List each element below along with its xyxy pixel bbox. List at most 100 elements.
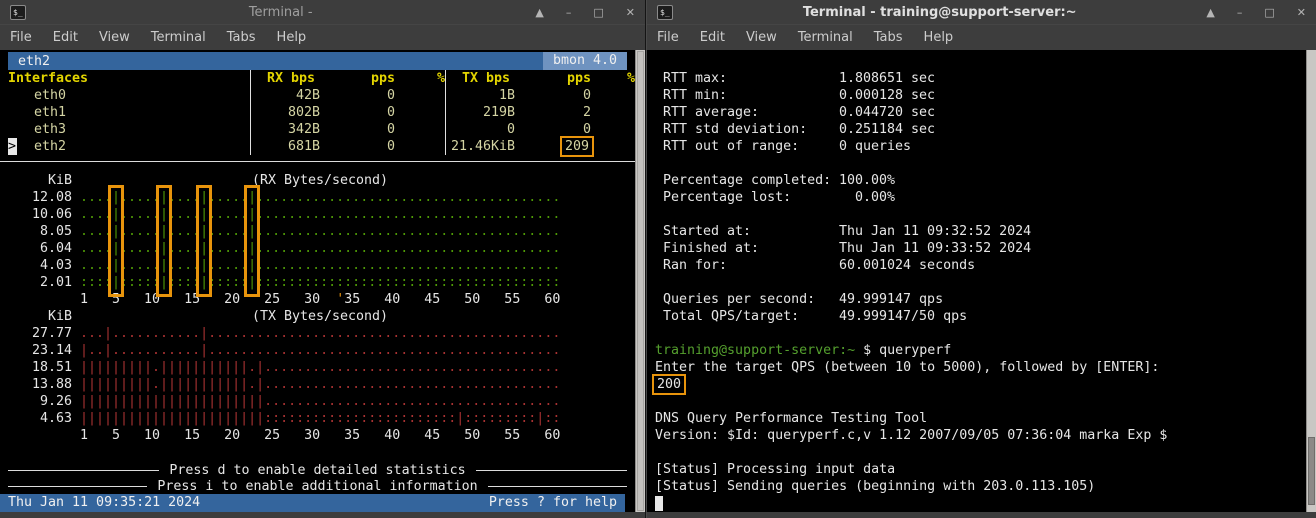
hint-additional-information: Press i to enable additional information [8, 478, 627, 494]
titlebar-left[interactable]: $_ Terminal - ▲ – □ ✕ [0, 0, 645, 24]
tx-graph: KiB (TX Bytes/second) 27.77...|..........… [8, 308, 627, 444]
rule-line [476, 470, 627, 471]
titlebar-right[interactable]: $_ Terminal - training@support-server:~ … [647, 0, 1316, 24]
close-icon[interactable]: ✕ [626, 6, 635, 19]
output-line-pct-completed: Percentage completed:100.00% [655, 172, 1300, 189]
rule-line [488, 486, 627, 487]
table-row-eth3: eth3342B000 [8, 121, 627, 138]
bmon-header-bar: eth2 bmon 4.0 [8, 52, 627, 70]
tx-x-axis: 1 5 10 15 20 25 30 35 40 45 50 55 60 [8, 427, 627, 444]
status-datetime: Thu Jan 11 09:35:21 2024 [8, 494, 200, 512]
tx-graph-rows: 27.77...|...........|...................… [8, 325, 627, 427]
col-interfaces: Interfaces [8, 70, 250, 87]
menu-tabs[interactable]: Tabs [227, 30, 256, 45]
rule-line [8, 486, 147, 487]
output-line-rtt-out-of-range: RTT out of range:0 queries [655, 138, 1300, 155]
interface-table: InterfacesRX bpspps%TX bpspps% eth042B01… [8, 70, 627, 155]
menubar-right: File Edit View Terminal Tabs Help [647, 24, 1316, 50]
col-rx-pps: pps [320, 70, 395, 87]
selection-cursor: > [8, 138, 17, 155]
menu-terminal[interactable]: Terminal [798, 30, 853, 45]
bmon-version: bmon 4.0 [543, 52, 627, 70]
status-help: Press ? for help [489, 494, 617, 512]
terminal-app-icon: $_ [10, 5, 26, 20]
terminal-cursor [655, 496, 663, 511]
menu-file[interactable]: File [657, 30, 679, 45]
rule-line [8, 470, 159, 471]
rx-x-axis: 1 5 10 15 20 25 30 '35 40 45 50 55 60 [8, 291, 627, 308]
minimize-icon[interactable]: – [566, 6, 572, 19]
output-line-queries-per-second: Queries per second:49.999147 qps [655, 291, 1300, 308]
window-title-left: Terminal - [26, 5, 535, 20]
window-bmon: $_ Terminal - ▲ – □ ✕ File Edit View Ter… [0, 0, 645, 518]
output-line-rtt-min: RTT min:0.000128 sec [655, 87, 1300, 104]
bmon-selected-interface: eth2 [18, 54, 50, 69]
output-line-rtt-std-deviation: RTT std deviation:0.251184 sec [655, 121, 1300, 138]
col-rx-pct: % [395, 70, 445, 87]
menu-file[interactable]: File [10, 30, 32, 45]
scrollbar-left-terminal[interactable] [635, 50, 645, 512]
menu-help[interactable]: Help [277, 30, 307, 45]
shell-prompt-line: training@support-server:~ $ queryperf [655, 342, 1300, 359]
table-row-eth0: eth042B01B0 [8, 87, 627, 104]
tool-name-line: DNS Query Performance Testing Tool [655, 410, 1300, 427]
col-tx-pct: % [591, 70, 635, 87]
maximize-icon[interactable]: □ [1264, 6, 1274, 19]
menu-view[interactable]: View [99, 30, 130, 45]
menu-edit[interactable]: Edit [53, 30, 78, 45]
minimize-icon[interactable]: – [1237, 6, 1243, 19]
highlight-box-qps-answer: 200 [652, 374, 686, 395]
tx-graph-title: (TX Bytes/second) [80, 308, 560, 325]
close-icon[interactable]: ✕ [1297, 6, 1306, 19]
status-sending-line: [Status] Sending queries (beginning with… [655, 478, 1300, 495]
output-line-rtt-max: RTT max:1.808651 sec [655, 70, 1300, 87]
output-line-total-qps-target: Total QPS/target:49.999147/50 qps [655, 308, 1300, 325]
output-line-started-at: Started at:Thu Jan 11 09:32:52 2024 [655, 223, 1300, 240]
hint-detailed-statistics: Press d to enable detailed statistics [8, 462, 627, 478]
rollup-icon[interactable]: ▲ [1206, 6, 1214, 19]
terminal-screen-bmon[interactable]: eth2 bmon 4.0 InterfacesRX bpspps%TX bps… [0, 50, 645, 512]
tool-version-line: Version: $Id: queryperf.c,v 1.12 2007/09… [655, 427, 1300, 444]
scrollbar-thumb[interactable] [637, 51, 644, 511]
menu-tabs[interactable]: Tabs [874, 30, 903, 45]
col-tx-bps: TX bps [445, 70, 515, 87]
window-queryperf: $_ Terminal - training@support-server:~ … [646, 0, 1316, 518]
prompt-user-host: training@support-server:~ [655, 343, 855, 358]
rx-graph: KiB (RX Bytes/second) 12.08....|.....|...… [8, 172, 627, 308]
table-row-eth1: eth1802B0219B2 [8, 104, 627, 121]
output-line-pct-lost: Percentage lost: 0.00% [655, 189, 1300, 206]
rollup-icon[interactable]: ▲ [535, 6, 543, 19]
scrollbar-thumb[interactable] [1308, 437, 1315, 505]
tx-unit-label: KiB [8, 308, 72, 325]
menu-edit[interactable]: Edit [700, 30, 725, 45]
terminal-app-icon: $_ [657, 5, 673, 20]
menu-terminal[interactable]: Terminal [151, 30, 206, 45]
window-border-bottom [0, 512, 645, 518]
separator-line [0, 161, 635, 162]
highlight-box-tx-pps: 209 [560, 136, 594, 157]
interface-table-header: InterfacesRX bpspps%TX bpspps% [8, 70, 627, 87]
rx-graph-rows: 12.08....|.....|....|.....|.............… [8, 189, 627, 291]
maximize-icon[interactable]: □ [593, 6, 603, 19]
rx-unit-label: KiB [8, 172, 72, 189]
col-tx-pps: pps [515, 70, 591, 87]
output-line-ran-for: Ran for:60.001024 seconds [655, 257, 1300, 274]
axis-marker: ' [336, 292, 344, 307]
menubar-left: File Edit View Terminal Tabs Help [0, 24, 645, 50]
output-line-rtt-average: RTT average:0.044720 sec [655, 104, 1300, 121]
window-title-right: Terminal - training@support-server:~ [673, 5, 1206, 20]
qps-question-line: Enter the target QPS (between 10 to 5000… [655, 359, 1300, 376]
desktop: $_ Terminal - ▲ – □ ✕ File Edit View Ter… [0, 0, 1316, 518]
menu-help[interactable]: Help [924, 30, 954, 45]
col-rx-bps: RX bps [250, 70, 320, 87]
qps-answer-line: 200 [655, 376, 1300, 393]
menu-view[interactable]: View [746, 30, 777, 45]
status-processing-line: [Status] Processing input data [655, 461, 1300, 478]
rx-graph-title: (RX Bytes/second) [80, 172, 560, 189]
command-queryperf: queryperf [879, 343, 951, 358]
terminal-screen-queryperf[interactable]: RTT max:1.808651 sec RTT min:0.000128 se… [647, 50, 1316, 512]
scrollbar-right-terminal[interactable] [1306, 50, 1316, 512]
window-border-bottom [647, 512, 1316, 518]
bmon-status-bar: Thu Jan 11 09:35:21 2024 Press ? for hel… [0, 494, 625, 512]
cursor-line [655, 495, 1300, 512]
